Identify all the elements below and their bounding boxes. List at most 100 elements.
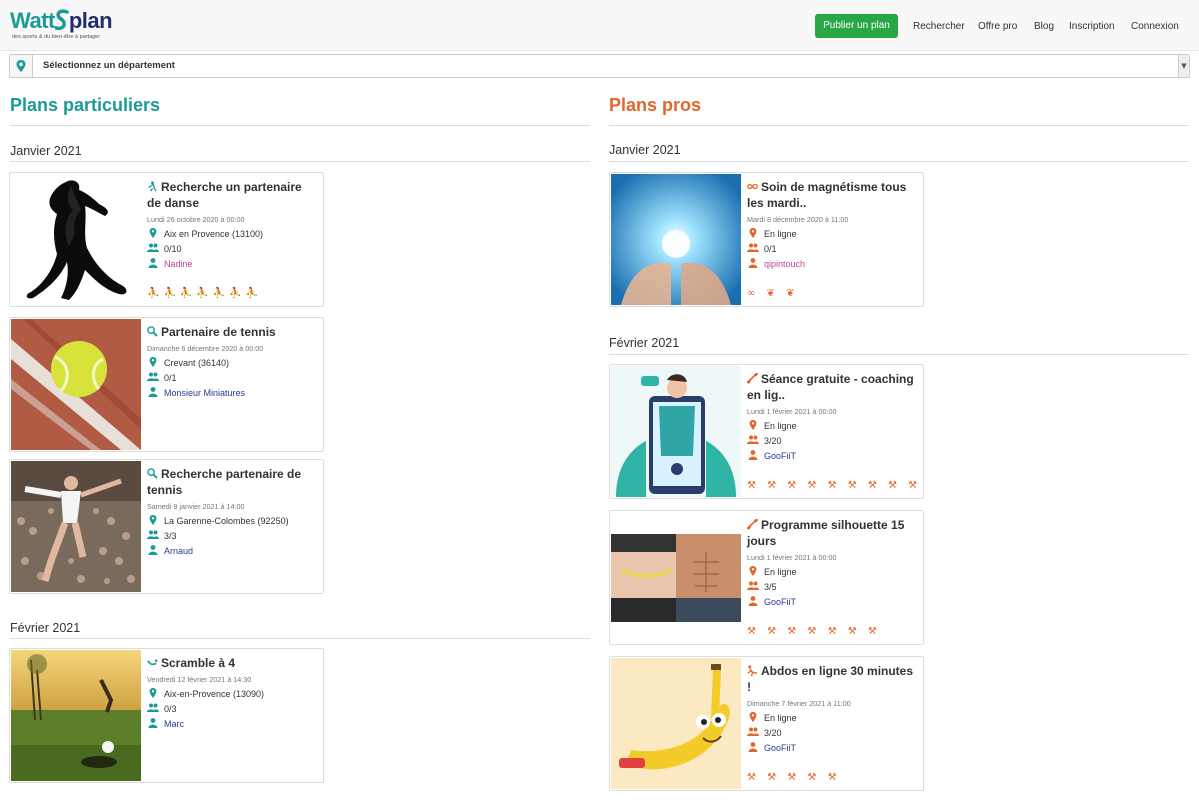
department-select-value: Sélectionnez un département — [43, 60, 175, 71]
dumbbell-icon — [747, 519, 758, 530]
banana-illustration — [611, 658, 741, 789]
participants-icon — [747, 435, 759, 444]
dumbbell-icon — [747, 373, 758, 384]
plan-date: Dimanche 7 février 2021 à 11:00 — [747, 699, 851, 708]
plan-card[interactable]: Abdos en ligne 30 minutes ! Dimanche 7 f… — [609, 656, 924, 791]
map-pin-icon — [749, 566, 757, 576]
logo-tagline: des sports & du bien-être à partager — [12, 34, 101, 40]
month-heading: Février 2021 — [609, 336, 680, 350]
plan-title[interactable]: Abdos en ligne 30 minutes ! — [747, 664, 913, 694]
plan-card[interactable]: Soin de magnétisme tous les mardi.. Mard… — [609, 172, 924, 307]
plan-card[interactable]: Recherche un partenaire de danse Lundi 2… — [9, 172, 324, 307]
participants-icon — [747, 727, 759, 736]
map-pin-icon — [749, 420, 757, 430]
golf-icon — [147, 659, 158, 666]
participants-icon — [747, 581, 759, 590]
plan-date: Vendredi 12 février 2021 à 14:30 — [147, 675, 252, 684]
nav-offre-pro[interactable]: Offre pro — [978, 21, 1017, 32]
plan-participants: 3/5 — [764, 582, 777, 592]
map-pin-icon — [149, 228, 157, 238]
plan-date: Samedi 9 janvier 2021 à 14:00 — [147, 502, 245, 511]
participants-icon — [147, 372, 159, 381]
plan-title[interactable]: Soin de magnétisme tous les mardi.. — [747, 180, 906, 210]
logo-wordmark-b: plan — [68, 8, 113, 33]
nav-rechercher[interactable]: Rechercher — [913, 21, 965, 32]
nav-connexion[interactable]: Connexion — [1131, 21, 1179, 32]
month-heading: Janvier 2021 — [10, 144, 82, 158]
tennis-icon — [147, 468, 158, 479]
plan-title[interactable]: Partenaire de tennis — [161, 325, 276, 339]
map-pin-icon — [749, 228, 757, 238]
top-navbar: Watt plan des sports & du bien-être à par… — [0, 0, 1199, 51]
plans-pros-title: Plans pros — [609, 95, 702, 115]
infinity-icon — [747, 183, 758, 190]
activity-icons: ⛹⛹⛹⛹⛹⛹⛹ — [147, 288, 263, 299]
activity-icons: ⚒ ⚒ ⚒ ⚒ ⚒ ⚒ ⚒ — [747, 626, 881, 637]
fitness-icon — [747, 665, 758, 676]
plan-date: Mardi 8 décembre 2020 à 11:00 — [747, 215, 849, 224]
nav-inscription[interactable]: Inscription — [1069, 21, 1115, 32]
plan-user-link[interactable]: GooFiiT — [764, 597, 796, 607]
plan-location: En ligne — [764, 713, 797, 723]
golf-photo — [11, 650, 141, 781]
activity-icons: ⚒ ⚒ ⚒ ⚒ ⚒ ⚒ ⚒ ⚒ ⚒ — [747, 480, 922, 491]
divider — [10, 161, 590, 162]
tennis-ball-photo — [11, 319, 141, 450]
plan-user-link[interactable]: Nadine — [164, 259, 193, 269]
user-icon — [148, 258, 158, 268]
online-coaching-illustration — [611, 366, 741, 497]
plan-participants: 0/1 — [764, 244, 777, 254]
plan-participants: 3/3 — [164, 531, 177, 541]
department-select[interactable]: Sélectionnez un département ▼ — [9, 54, 1190, 78]
dance-icon — [148, 181, 157, 192]
plan-user-link[interactable]: Monsieur Miniatures — [164, 388, 245, 398]
map-pin-icon — [149, 688, 157, 698]
month-heading: Janvier 2021 — [609, 143, 681, 157]
plan-card[interactable]: Partenaire de tennis Dimanche 6 décembre… — [9, 317, 324, 452]
plan-title[interactable]: Programme silhouette 15 jours — [747, 518, 904, 548]
user-icon — [148, 718, 158, 728]
plan-title[interactable]: Séance gratuite - coaching en lig.. — [747, 372, 914, 402]
dance-photo — [11, 174, 141, 305]
wattsplan-logo[interactable]: Watt plan des sports & du bien-être à par… — [10, 8, 125, 44]
silhouette-photo — [611, 512, 741, 643]
plan-location: Aix-en-Provence (13090) — [164, 689, 265, 699]
divider — [10, 638, 590, 639]
plan-card[interactable]: Recherche partenaire de tennis Samedi 9 … — [9, 459, 324, 594]
plan-location: En ligne — [764, 421, 797, 431]
participants-icon — [747, 243, 759, 252]
logo-wordmark: Watt plan — [10, 8, 113, 34]
user-icon — [748, 258, 758, 268]
chevron-down-icon: ▼ — [1178, 55, 1189, 77]
plan-card[interactable]: Séance gratuite - coaching en lig.. Lund… — [609, 364, 924, 499]
plan-title[interactable]: Recherche partenaire de tennis — [147, 467, 301, 497]
plan-user-link[interactable]: GooFiiT — [764, 743, 796, 753]
plan-participants: 0/3 — [164, 704, 177, 714]
plan-title[interactable]: Scramble à 4 — [161, 656, 235, 670]
nav-blog[interactable]: Blog — [1034, 21, 1054, 32]
plan-location: Aix en Provence (13100) — [164, 229, 264, 239]
user-icon — [748, 450, 758, 460]
plan-title[interactable]: Recherche un partenaire de danse — [147, 180, 302, 210]
plan-user-link[interactable]: qipintouch — [764, 259, 805, 269]
map-pin-icon — [149, 357, 157, 367]
magnetism-hands-photo — [611, 174, 741, 305]
publish-plan-button[interactable]: Publier un plan — [815, 14, 898, 38]
user-icon — [748, 596, 758, 606]
plan-card[interactable]: Programme silhouette 15 jours Lundi 1 fé… — [609, 510, 924, 645]
divider — [609, 354, 1189, 355]
plan-user-link[interactable]: Arnaud — [164, 546, 193, 556]
divider — [609, 125, 1189, 126]
plan-participants: 3/20 — [764, 436, 782, 446]
plan-date: Lundi 1 février 2021 à 00:00 — [747, 407, 837, 416]
participants-icon — [147, 243, 159, 252]
user-icon — [748, 742, 758, 752]
logo-wordmark-a: Watt — [10, 8, 55, 33]
plans-particuliers-title: Plans particuliers — [10, 95, 161, 115]
plan-card[interactable]: Scramble à 4 Vendredi 12 février 2021 à … — [9, 648, 324, 783]
plan-participants: 0/1 — [164, 373, 177, 383]
plan-user-link[interactable]: GooFiiT — [764, 451, 796, 461]
user-icon — [148, 545, 158, 555]
plan-date: Lundi 1 février 2021 à 00:00 — [747, 553, 837, 562]
plan-user-link[interactable]: Marc — [164, 719, 184, 729]
